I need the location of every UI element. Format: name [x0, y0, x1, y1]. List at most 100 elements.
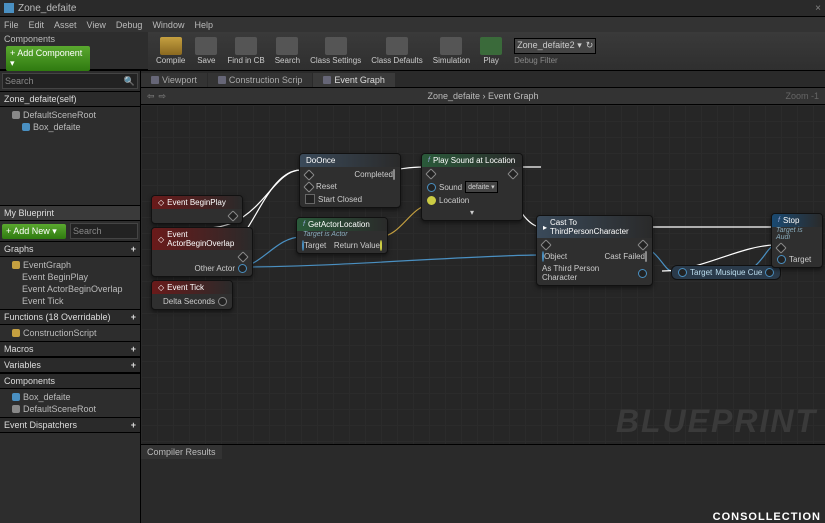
graph-icon: [12, 261, 20, 269]
exec-out-pin[interactable]: [507, 168, 518, 179]
startclosed-checkbox[interactable]: [305, 194, 315, 204]
debug-filter-label: Debug Filter: [514, 56, 596, 65]
castfailed-pin[interactable]: [645, 251, 647, 262]
add-new-button[interactable]: + Add New ▾: [2, 224, 66, 239]
exec-in-pin[interactable]: [540, 239, 551, 250]
add-dispatcher-icon[interactable]: +: [131, 420, 136, 430]
components-section[interactable]: Components: [0, 373, 140, 389]
crumb-graph[interactable]: Event Graph: [488, 91, 539, 101]
exec-in-pin[interactable]: [303, 169, 314, 180]
menu-help[interactable]: Help: [194, 20, 213, 30]
close-icon[interactable]: ×: [815, 3, 821, 14]
menu-view[interactable]: View: [87, 20, 106, 30]
add-variable-icon[interactable]: +: [131, 360, 136, 370]
node-getactorlocation[interactable]: fGetActorLocation Target is Actor Target…: [296, 217, 388, 254]
tree-eg-tick[interactable]: Event Tick: [0, 295, 140, 307]
func-icon: [12, 329, 20, 337]
exec-out-pin[interactable]: [393, 169, 395, 180]
nav-fwd-icon[interactable]: ⇨: [159, 91, 167, 102]
scene-icon: [12, 111, 20, 119]
exec-out-pin[interactable]: [227, 210, 238, 221]
graphs-section[interactable]: Graphs+: [0, 241, 140, 257]
add-function-icon[interactable]: +: [131, 312, 136, 322]
node-cast-thirdperson[interactable]: ▸Cast To ThirdPersonCharacter ObjectCast…: [536, 215, 653, 286]
node-stop[interactable]: fStop Target is Audi Target: [771, 213, 823, 268]
tab-viewport[interactable]: Viewport: [141, 73, 207, 87]
box-icon: [12, 393, 20, 401]
tab-eventgraph[interactable]: Event Graph: [313, 73, 395, 87]
class-settings-button[interactable]: Class Settings: [306, 35, 365, 67]
exec-out-pin[interactable]: [637, 239, 648, 250]
tree-eg-beginplay[interactable]: Event BeginPlay: [0, 271, 140, 283]
play-button[interactable]: Play: [476, 35, 506, 67]
target-in-pin[interactable]: [678, 268, 687, 277]
save-button[interactable]: Save: [191, 35, 221, 67]
target-pin[interactable]: [777, 255, 786, 264]
event-graph-canvas[interactable]: ◇Event BeginPlay ◇Event ActorBeginOverla…: [141, 105, 825, 444]
location-pin[interactable]: [427, 196, 436, 205]
mybp-search[interactable]: Search: [70, 223, 138, 239]
menu-asset[interactable]: Asset: [54, 20, 77, 30]
components-header: Components + Add Component ▾: [0, 32, 148, 70]
search-icon: [276, 37, 298, 55]
macros-section[interactable]: Macros+: [0, 341, 140, 357]
exec-out-pin[interactable]: [237, 251, 248, 262]
title-bar: Zone_defaite ×: [0, 0, 825, 17]
node-playsound[interactable]: fPlay Sound at Location Sounddefaite ▾ L…: [421, 153, 523, 221]
brand-watermark: CONSOLLECTION: [713, 511, 821, 523]
sound-pin[interactable]: [427, 183, 436, 192]
save-icon: [195, 37, 217, 55]
compiler-results-tab[interactable]: Compiler Results: [141, 445, 222, 459]
node-event-overlap[interactable]: ◇Event ActorBeginOverlap Other Actor: [151, 227, 253, 277]
menu-file[interactable]: File: [4, 20, 19, 30]
add-macro-icon[interactable]: +: [131, 344, 136, 354]
compile-button[interactable]: Compile: [152, 35, 189, 67]
sound-select[interactable]: defaite ▾: [465, 181, 497, 193]
gear-icon: [325, 37, 347, 55]
node-event-beginplay[interactable]: ◇Event BeginPlay: [151, 195, 243, 224]
add-graph-icon[interactable]: +: [131, 244, 136, 254]
tree-defaultsceneroot[interactable]: DefaultSceneRoot: [0, 109, 140, 121]
exec-in-pin[interactable]: [775, 242, 786, 253]
menu-edit[interactable]: Edit: [29, 20, 45, 30]
nav-back-icon[interactable]: ⇦: [147, 91, 155, 102]
tree-comp-root[interactable]: DefaultSceneRoot: [0, 403, 140, 415]
tree-eg-overlap[interactable]: Event ActorBeginOverlap: [0, 283, 140, 295]
exec-in-pin[interactable]: [425, 168, 436, 179]
retval-pin[interactable]: [380, 240, 382, 251]
as-pin[interactable]: [638, 269, 647, 278]
tree-constructionscript[interactable]: ConstructionScript: [0, 327, 140, 339]
functions-section[interactable]: Functions (18 Overridable)+: [0, 309, 140, 325]
search-button[interactable]: Search: [271, 35, 304, 67]
crumb-asset[interactable]: Zone_defaite: [427, 91, 480, 101]
menu-debug[interactable]: Debug: [116, 20, 143, 30]
scene-icon: [12, 405, 20, 413]
tab-construction[interactable]: Construction Scrip: [208, 73, 313, 87]
components-root[interactable]: Zone_defaite(self): [0, 91, 140, 107]
reset-pin[interactable]: [303, 181, 314, 192]
node-variable-target[interactable]: TargetMusique Cue: [671, 265, 781, 280]
tree-eventgraph[interactable]: EventGraph: [0, 259, 140, 271]
target-out-pin[interactable]: [765, 268, 774, 277]
node-event-tick[interactable]: ◇Event Tick Delta Seconds: [151, 280, 233, 310]
pin-otheractor[interactable]: [238, 264, 247, 273]
tree-comp-box[interactable]: Box_defaite: [0, 391, 140, 403]
components-search[interactable]: Search🔍: [2, 73, 138, 89]
debug-object-select[interactable]: Zone_defaite2 ▾↻: [514, 38, 596, 54]
simulation-button[interactable]: Simulation: [429, 35, 474, 67]
blueprint-watermark: BLUEPRINT: [616, 403, 817, 440]
compile-icon: [160, 37, 182, 55]
findcb-button[interactable]: Find in CB: [223, 35, 268, 67]
pin-delta[interactable]: [218, 297, 227, 306]
class-defaults-button[interactable]: Class Defaults: [367, 35, 427, 67]
add-component-button[interactable]: + Add Component ▾: [6, 46, 90, 71]
chevron-down-icon[interactable]: ▾: [470, 208, 474, 217]
window-title: Zone_defaite: [18, 3, 76, 14]
node-doonce[interactable]: DoOnce Completed Reset Start Closed: [299, 153, 401, 208]
menu-window[interactable]: Window: [152, 20, 184, 30]
dispatchers-section[interactable]: Event Dispatchers+: [0, 417, 140, 433]
variables-section[interactable]: Variables+: [0, 357, 140, 373]
left-panel: Search🔍 Zone_defaite(self) DefaultSceneR…: [0, 71, 141, 523]
zoom-label: Zoom -1: [785, 91, 819, 101]
tree-box-defaite[interactable]: Box_defaite: [0, 121, 140, 133]
